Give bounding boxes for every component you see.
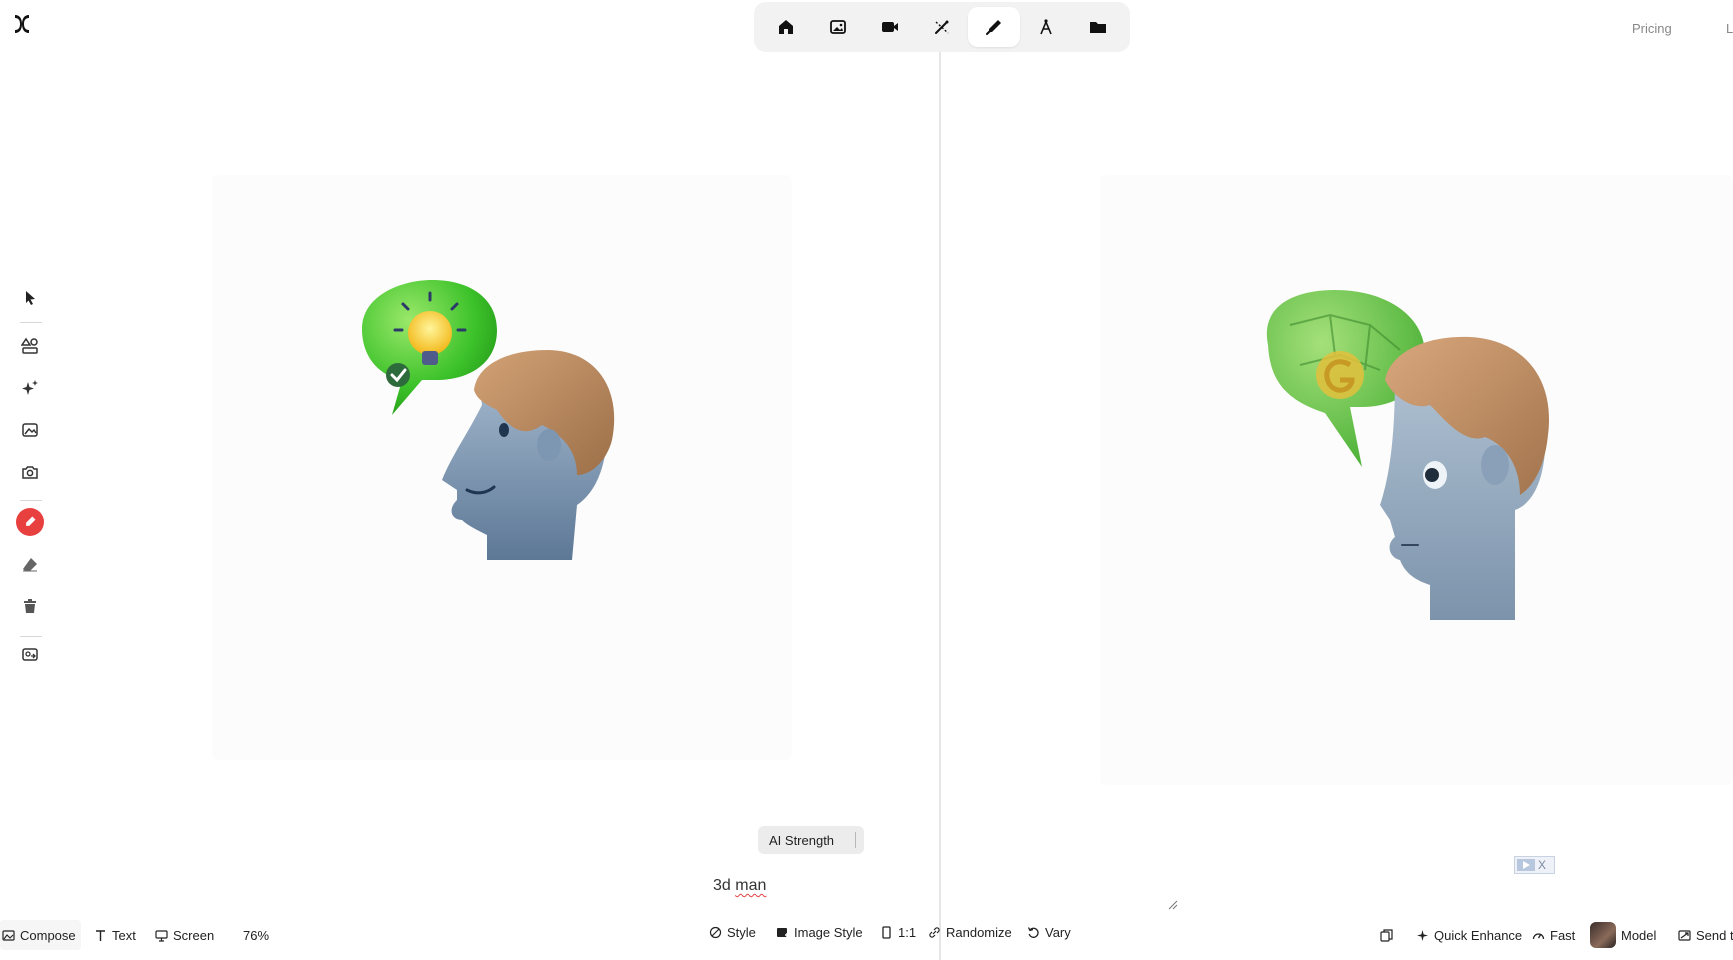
- vary-label: Vary: [1045, 924, 1071, 940]
- quick-enhance-label: Quick Enhance: [1434, 927, 1523, 943]
- aspect-ratio-label: 1:1: [898, 924, 917, 940]
- nav-assets-button[interactable]: [1072, 7, 1124, 47]
- brush-tool-button[interactable]: [16, 508, 44, 536]
- home-icon: [779, 20, 793, 34]
- style-button[interactable]: Style: [709, 917, 756, 947]
- send-icon: [1678, 929, 1691, 941]
- toolbar-divider: [20, 322, 42, 323]
- nav-image-button[interactable]: [812, 7, 864, 47]
- image-icon: [830, 20, 846, 34]
- monitor-icon: [155, 929, 168, 942]
- image-icon: [22, 423, 38, 437]
- trash-icon: [24, 599, 36, 613]
- link-icon: [929, 926, 940, 938]
- send-label: Send t: [1696, 927, 1733, 943]
- prompt-word-misspelled: man: [735, 877, 767, 894]
- image-tool-button[interactable]: [16, 416, 44, 444]
- shapes-tool-button[interactable]: [16, 332, 44, 360]
- text-button[interactable]: Text: [94, 920, 136, 950]
- video-icon: [882, 22, 898, 32]
- model-avatar: [1590, 922, 1616, 948]
- ai-generate-tool-button[interactable]: [16, 374, 44, 402]
- active-tool-indicator: [16, 508, 44, 536]
- camera-icon: [22, 466, 38, 479]
- image-swap-icon: [22, 648, 38, 661]
- eraser-tool-button[interactable]: [16, 550, 44, 578]
- image-style-label: Image Style: [794, 924, 863, 940]
- aspect-ratio-icon: [882, 925, 891, 939]
- ad-badge[interactable]: X: [1514, 856, 1555, 874]
- style-label: Style: [727, 924, 756, 940]
- image-plus-icon: [777, 927, 789, 937]
- speed-label: Fast: [1550, 927, 1576, 943]
- brush-tool-icon: [26, 516, 36, 526]
- image-icon: [2, 929, 15, 941]
- source-image: [362, 280, 615, 560]
- screen-label: Screen: [173, 927, 215, 943]
- ai-strength-control[interactable]: AI Strength: [758, 826, 864, 854]
- prompt-input[interactable]: 3d man: [713, 877, 766, 895]
- send-to-button[interactable]: Send t: [1678, 920, 1733, 950]
- nav-edit-button[interactable]: [968, 7, 1020, 47]
- close-icon[interactable]: X: [1538, 858, 1546, 872]
- quick-enhance-button[interactable]: Quick Enhance: [1416, 920, 1522, 950]
- compass-icon: [1040, 19, 1052, 35]
- prompt-resize-handle[interactable]: [1168, 900, 1178, 910]
- nav-truncated-link[interactable]: L: [1726, 21, 1733, 36]
- sparkle-icon: [1417, 929, 1428, 941]
- compose-label: Compose: [20, 927, 76, 943]
- play-icon: [1517, 859, 1535, 871]
- top-nav: [754, 2, 1130, 52]
- brush-pen-icon: [986, 20, 1001, 35]
- toolbar-divider: [20, 636, 42, 637]
- palette-icon: [709, 926, 722, 938]
- result-canvas[interactable]: [1100, 175, 1733, 785]
- nav-video-button[interactable]: [864, 7, 916, 47]
- screen-button[interactable]: Screen: [155, 920, 214, 950]
- randomize-button[interactable]: Randomize: [928, 917, 1012, 947]
- delete-tool-button[interactable]: [16, 592, 44, 620]
- toolbar-divider: [20, 500, 42, 501]
- zoom-level[interactable]: 76%: [243, 920, 269, 950]
- copy-button[interactable]: [1380, 920, 1393, 950]
- nav-draw-button[interactable]: [1020, 7, 1072, 47]
- nav-home-button[interactable]: [760, 7, 812, 47]
- source-canvas[interactable]: [212, 175, 792, 760]
- image-style-button[interactable]: Image Style: [776, 917, 863, 947]
- enhance-wand-icon: [935, 20, 949, 34]
- aspect-ratio-button[interactable]: 1:1: [880, 917, 916, 947]
- eraser-icon: [23, 558, 37, 572]
- text-icon: [96, 929, 105, 941]
- shapes-icon: [21, 337, 38, 354]
- speed-button[interactable]: Fast: [1532, 920, 1575, 950]
- prompt-word: 3d: [713, 877, 731, 894]
- app-logo[interactable]: [12, 12, 32, 36]
- vary-button[interactable]: Vary: [1027, 917, 1071, 947]
- model-button[interactable]: Model: [1590, 920, 1656, 950]
- text-label: Text: [112, 927, 136, 943]
- copy-icon: [1380, 928, 1393, 942]
- generated-image: [1266, 290, 1550, 620]
- select-tool-button[interactable]: [16, 284, 44, 312]
- folder-icon: [1090, 22, 1106, 33]
- camera-tool-button[interactable]: [16, 458, 44, 486]
- zoom-value: 76%: [243, 927, 270, 943]
- model-label: Model: [1621, 927, 1657, 943]
- compose-button[interactable]: Compose: [0, 920, 81, 950]
- split-view-divider[interactable]: [939, 52, 941, 960]
- pricing-link[interactable]: Pricing: [1632, 21, 1672, 36]
- pointer-icon: [26, 291, 35, 305]
- replace-image-tool-button[interactable]: [16, 640, 44, 668]
- nav-enhance-button[interactable]: [916, 7, 968, 47]
- randomize-label: Randomize: [946, 924, 1012, 940]
- gauge-icon: [1532, 932, 1545, 939]
- sparkles-icon: [22, 380, 38, 395]
- refresh-icon: [1027, 926, 1039, 938]
